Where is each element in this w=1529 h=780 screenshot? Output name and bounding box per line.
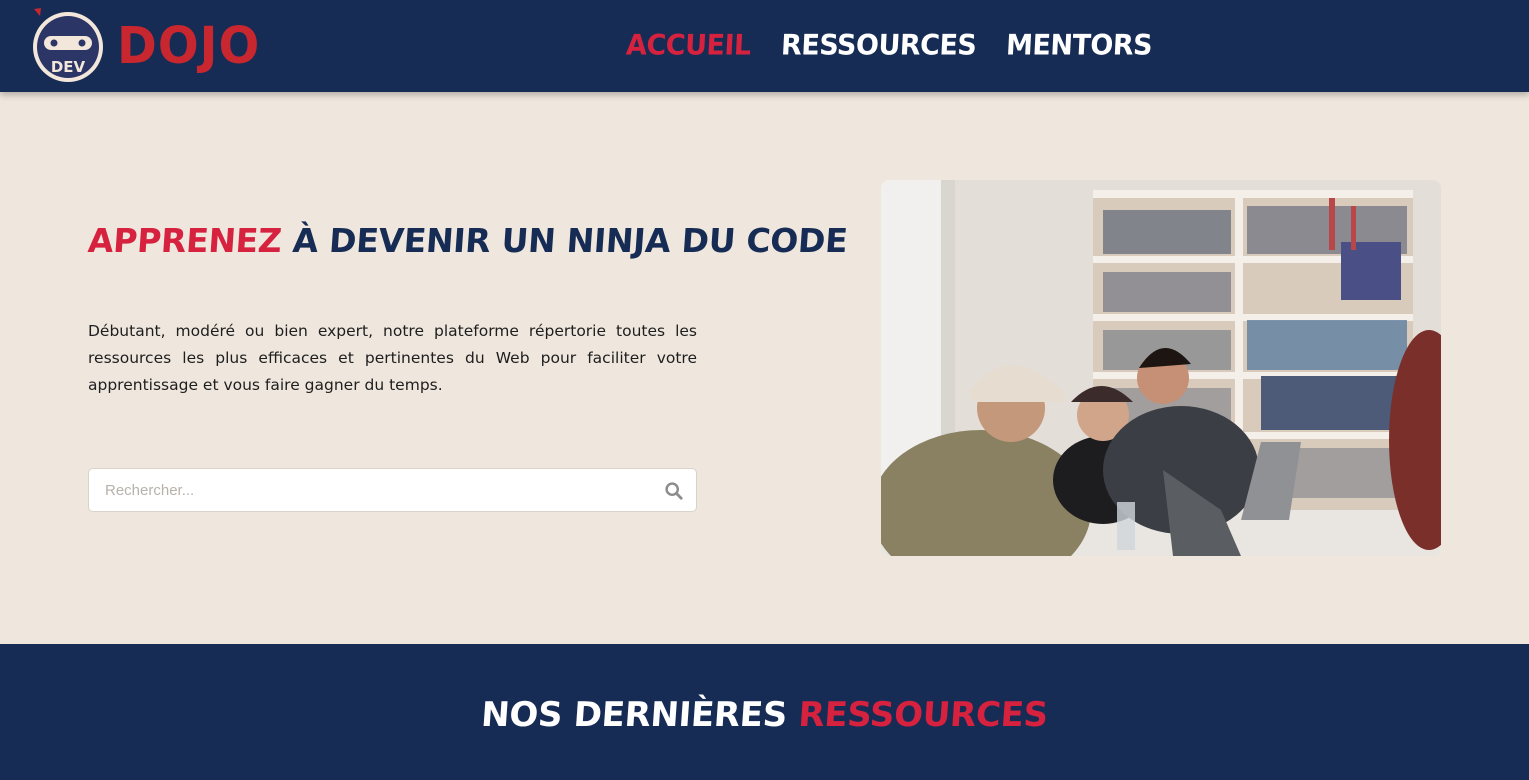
search-bar <box>88 468 697 512</box>
latest-resources-title-main: NOS DERNIÈRES <box>479 695 800 735</box>
nav-item-ressources[interactable]: RESSOURCES <box>780 28 977 64</box>
hero-photo <box>881 180 1441 556</box>
latest-resources-title-accent: RESSOURCES <box>797 695 1050 735</box>
dojo-logo[interactable]: DEV <box>28 6 108 86</box>
hero-title-accent: APPRENEZ <box>86 221 283 260</box>
brand-name[interactable]: DOJO <box>117 17 260 76</box>
ninja-logo-icon: DEV <box>33 8 103 82</box>
site-header: DEV DOJO ACCUEIL RESSOURCES MENTORS <box>0 0 1529 92</box>
latest-resources-section: NOS DERNIÈRES RESSOURCES <box>0 644 1529 780</box>
nav-item-mentors[interactable]: MENTORS <box>1005 28 1153 64</box>
logo-badge-text: DEV <box>51 58 86 76</box>
hero-description: Débutant, modéré ou bien expert, notre p… <box>88 322 697 394</box>
nav-item-accueil[interactable]: ACCUEIL <box>625 28 751 64</box>
hero-title: APPRENEZ À DEVENIR UN NINJA DU CODE <box>87 221 849 261</box>
search-input[interactable] <box>105 469 645 511</box>
hero-title-rest: À DEVENIR UN NINJA DU CODE <box>280 221 849 260</box>
latest-resources-title: NOS DERNIÈRES RESSOURCES <box>0 695 1529 735</box>
students-library-photo-icon <box>881 180 1441 556</box>
search-icon[interactable] <box>664 481 684 501</box>
main-nav: ACCUEIL RESSOURCES MENTORS <box>625 28 1153 64</box>
